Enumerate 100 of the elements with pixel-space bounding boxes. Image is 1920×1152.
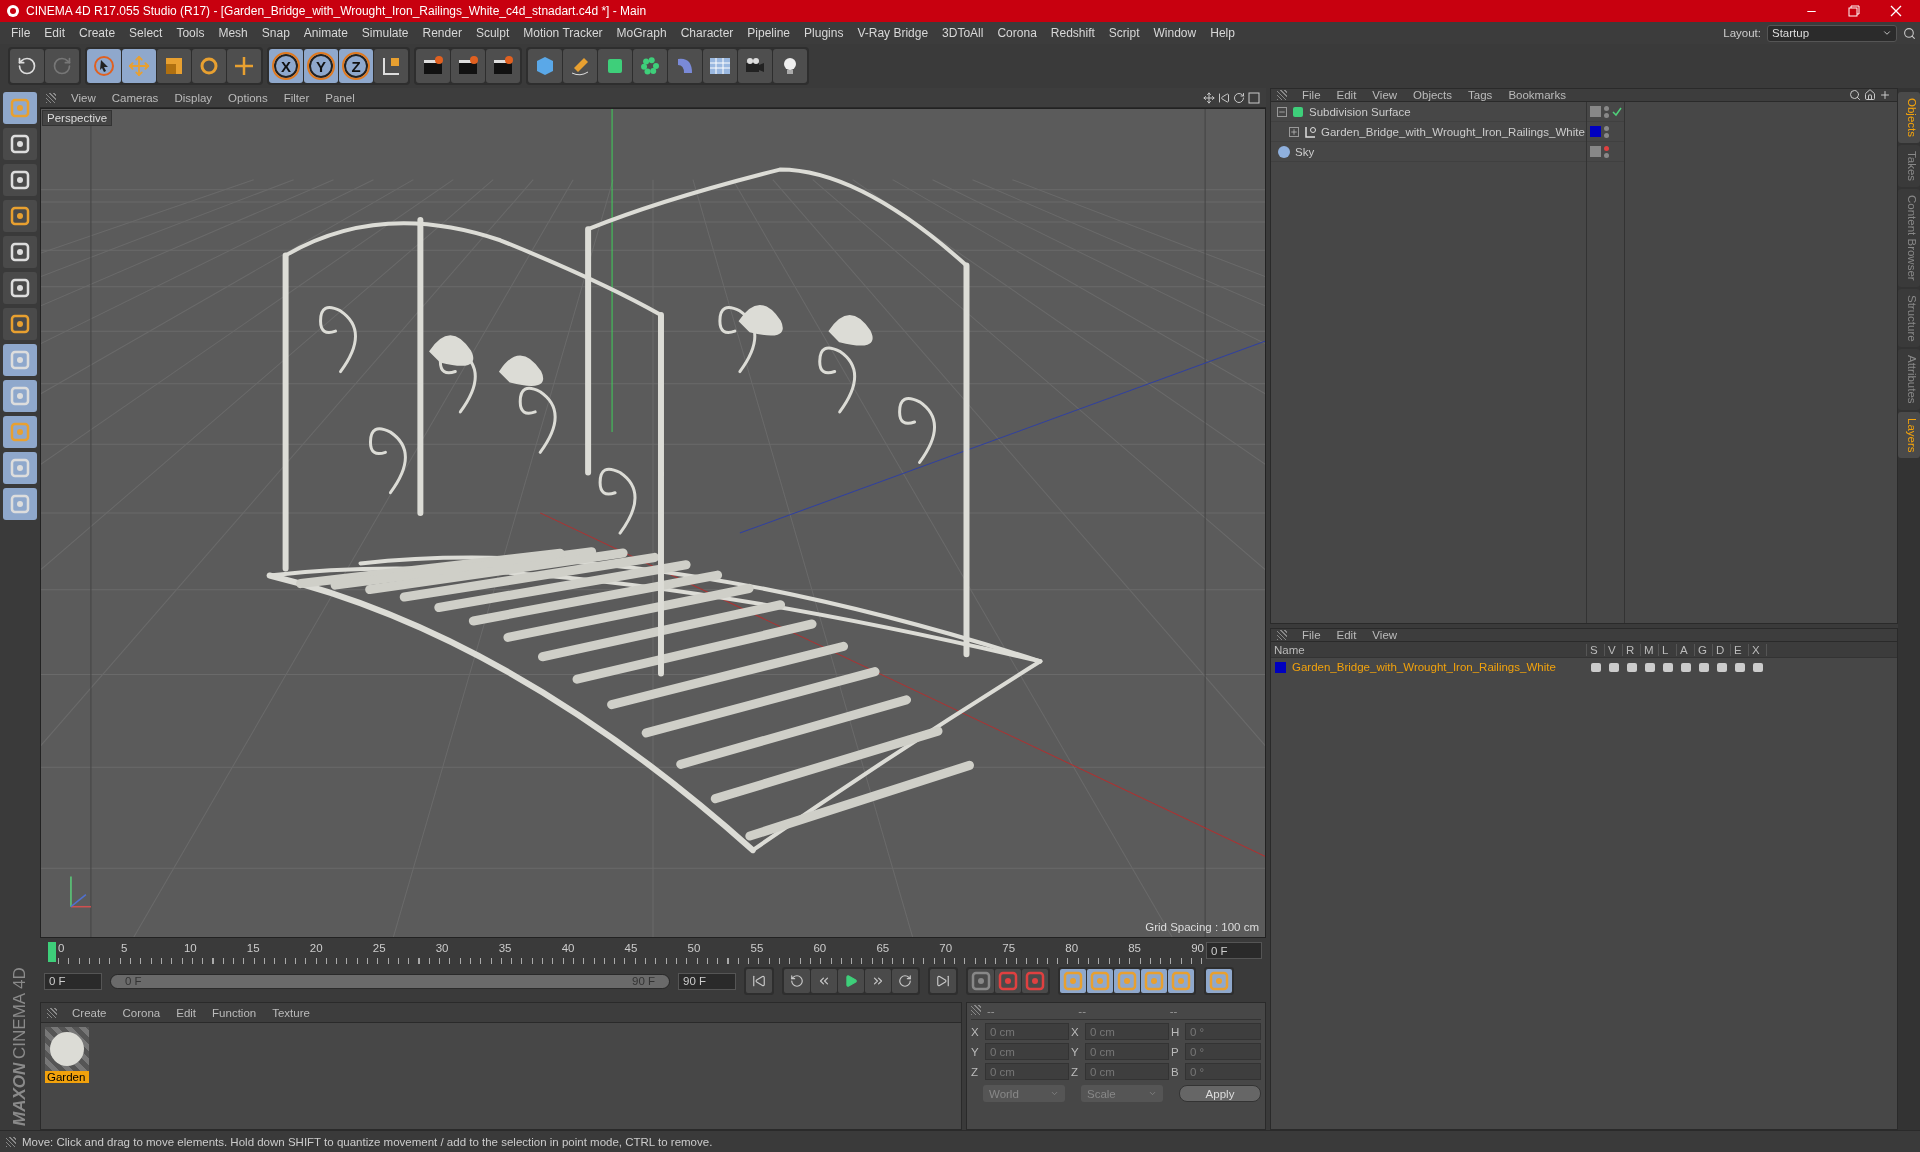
layers-menu-item[interactable]: File: [1295, 629, 1328, 641]
column-header[interactable]: L: [1659, 643, 1677, 656]
menu-item[interactable]: Snap: [254, 26, 297, 40]
side-tab[interactable]: Structure: [1898, 288, 1920, 348]
next-key-button[interactable]: [892, 969, 918, 993]
layer-color-swatch[interactable]: [1275, 661, 1286, 673]
camera-button[interactable]: [738, 49, 772, 83]
end-frame-field[interactable]: 90 F: [678, 972, 736, 990]
column-header[interactable]: E: [1731, 643, 1749, 656]
panel-grip-icon[interactable]: [1277, 630, 1287, 640]
axis-lock-button[interactable]: X: [269, 49, 303, 83]
axis-lock-button[interactable]: Y: [304, 49, 338, 83]
view-menu-item[interactable]: Filter: [276, 91, 317, 104]
layers-menu-item[interactable]: View: [1365, 629, 1405, 641]
menu-item[interactable]: V-Ray Bridge: [850, 26, 936, 40]
menu-item[interactable]: Create: [72, 26, 123, 40]
material-menu-item[interactable]: Create: [65, 1006, 114, 1019]
material-name[interactable]: Garden: [45, 1071, 89, 1083]
panel-grip-icon[interactable]: [47, 1007, 57, 1018]
undo-button[interactable]: [10, 49, 44, 83]
restore-icon[interactable]: [1848, 4, 1860, 17]
menu-item[interactable]: File: [4, 26, 38, 40]
menu-item[interactable]: Animate: [296, 26, 355, 40]
objects-menu-item[interactable]: Bookmarks: [1501, 89, 1573, 101]
view-menu-item[interactable]: Display: [167, 91, 220, 104]
column-header[interactable]: A: [1677, 643, 1695, 656]
points-mode-button[interactable]: [3, 200, 37, 232]
column-header[interactable]: M: [1641, 643, 1659, 656]
side-tab[interactable]: Takes: [1898, 145, 1920, 188]
visibility-dots-icon[interactable]: [1604, 145, 1609, 158]
menu-item[interactable]: Mesh: [211, 26, 255, 40]
visibility-dots-icon[interactable]: [1604, 125, 1609, 138]
material-menu-item[interactable]: Corona: [115, 1006, 168, 1019]
panel-grip-icon[interactable]: [6, 1136, 16, 1147]
material-preview[interactable]: [45, 1027, 89, 1071]
scale-tool-button[interactable]: [157, 49, 191, 83]
polygons-mode-button[interactable]: [3, 272, 37, 304]
layout-dropdown[interactable]: Startup: [1767, 24, 1897, 42]
column-header[interactable]: G: [1695, 643, 1713, 656]
side-tab[interactable]: Content Browser: [1898, 189, 1920, 287]
material-menu-item[interactable]: Edit: [169, 1006, 204, 1019]
transform-tool-button[interactable]: [227, 49, 261, 83]
menu-item[interactable]: Corona: [990, 26, 1044, 40]
current-frame-field[interactable]: 0 F: [1206, 942, 1262, 959]
menu-item[interactable]: Pipeline: [740, 26, 798, 40]
side-tab[interactable]: Layers: [1898, 411, 1920, 459]
edges-mode-button[interactable]: [3, 236, 37, 268]
playhead-marker[interactable]: [48, 942, 56, 962]
go-to-start-button[interactable]: [746, 969, 772, 993]
workplane-button[interactable]: [3, 164, 37, 196]
objects-menu-item[interactable]: View: [1365, 89, 1405, 101]
view-menu-item[interactable]: View: [64, 91, 103, 104]
material-menu-item[interactable]: Function: [205, 1006, 264, 1019]
object-row[interactable]: Subdivision Surface: [1271, 102, 1586, 122]
next-frame-button[interactable]: [865, 969, 891, 993]
render-picture-button[interactable]: [451, 49, 485, 83]
menu-item[interactable]: Character: [673, 26, 741, 40]
start-frame-field[interactable]: 0 F: [44, 972, 102, 990]
go-to-end-button[interactable]: [930, 969, 956, 993]
panel-grip-icon[interactable]: [46, 92, 56, 103]
menu-item[interactable]: Sculpt: [468, 26, 517, 40]
panel-grip-icon[interactable]: [971, 1005, 981, 1015]
layer-color-swatch[interactable]: [1590, 126, 1601, 137]
add-icon[interactable]: [1879, 89, 1891, 101]
objects-menu-item[interactable]: Objects: [1406, 89, 1460, 101]
axis-mode-button[interactable]: [3, 308, 37, 340]
objects-menu-item[interactable]: Tags: [1461, 89, 1500, 101]
visibility-dots-icon[interactable]: [1604, 105, 1609, 118]
deformer-button[interactable]: [668, 49, 702, 83]
menu-item[interactable]: Script: [1101, 26, 1147, 40]
maximize-view-icon[interactable]: [1248, 91, 1260, 104]
menu-item[interactable]: MoGraph: [609, 26, 674, 40]
material-menu-item[interactable]: Texture: [265, 1006, 317, 1019]
check-icon[interactable]: [1612, 106, 1622, 117]
column-header[interactable]: R: [1623, 643, 1641, 656]
column-header[interactable]: Name: [1271, 643, 1587, 656]
previous-key-button[interactable]: [784, 969, 810, 993]
render-settings-button[interactable]: [486, 49, 520, 83]
search-icon[interactable]: [1849, 89, 1861, 101]
column-header[interactable]: S: [1587, 643, 1605, 656]
menu-item[interactable]: Redshift: [1043, 26, 1102, 40]
menu-item[interactable]: Select: [122, 26, 170, 40]
view-menu-item[interactable]: Options: [221, 91, 275, 104]
panel-grip-icon[interactable]: [1277, 90, 1287, 100]
apply-button[interactable]: Apply: [1179, 1085, 1261, 1102]
light-button[interactable]: [773, 49, 807, 83]
search-icon[interactable]: [1903, 26, 1916, 40]
menu-item[interactable]: Motion Tracker: [516, 26, 610, 40]
cloner-button[interactable]: [633, 49, 667, 83]
select-tool-button[interactable]: [87, 49, 121, 83]
object-row[interactable]: Sky: [1271, 142, 1586, 162]
column-header[interactable]: V: [1605, 643, 1623, 656]
menu-item[interactable]: Render: [415, 26, 469, 40]
layer-name[interactable]: Garden_Bridge_with_Wrought_Iron_Railings_White: [1292, 661, 1556, 673]
menu-item[interactable]: Simulate: [354, 26, 416, 40]
menu-item[interactable]: Help: [1203, 26, 1242, 40]
menu-item[interactable]: Edit: [37, 26, 73, 40]
menu-item[interactable]: Tools: [169, 26, 212, 40]
floor-button[interactable]: [703, 49, 737, 83]
play-button[interactable]: [838, 969, 864, 993]
